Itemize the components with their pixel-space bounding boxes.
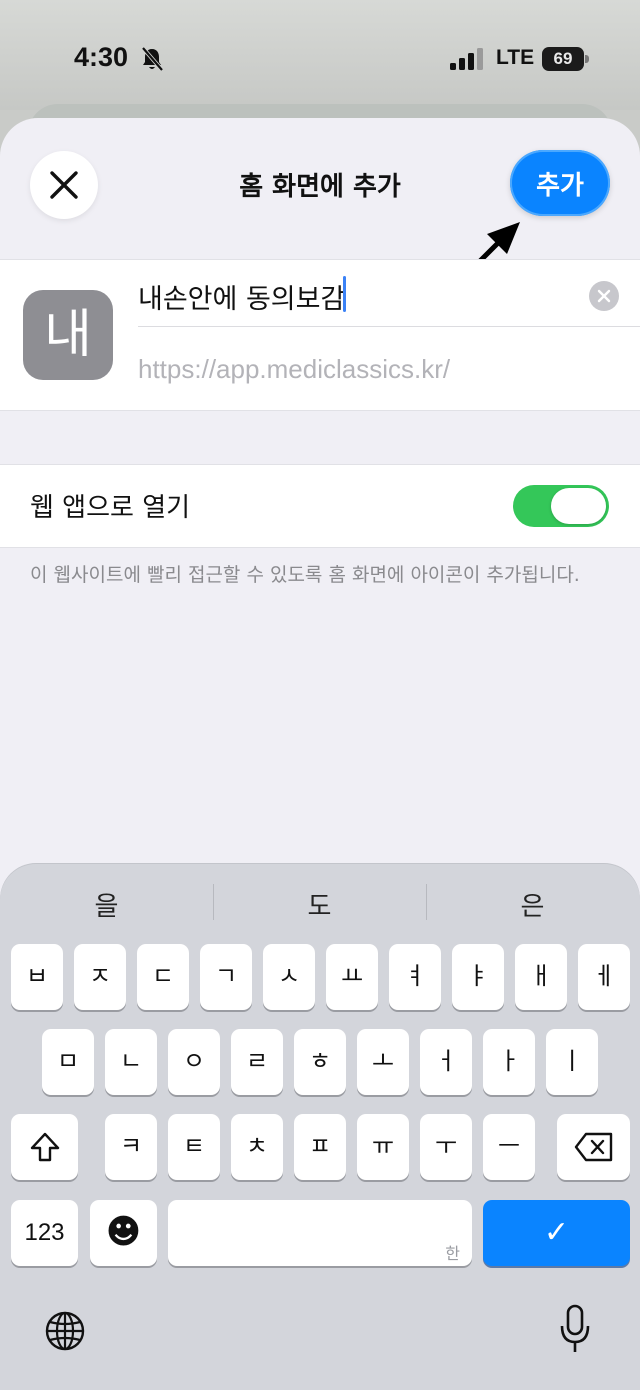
- letter-key[interactable]: ㅔ: [578, 944, 630, 1010]
- bell-muted-icon: [141, 46, 164, 72]
- shift-key[interactable]: [11, 1114, 78, 1180]
- web-app-toggle-label: 웹 앱으로 열기: [30, 493, 191, 523]
- bookmark-name-input[interactable]: [138, 268, 578, 324]
- done-key[interactable]: ✓: [483, 1200, 630, 1266]
- battery-level: 69: [542, 47, 584, 71]
- delete-key[interactable]: [557, 1114, 630, 1180]
- bookmark-info-card: 내 https://app.mediclassics.kr/: [0, 259, 640, 411]
- letter-key[interactable]: ㅇ: [168, 1029, 220, 1095]
- field-divider: [138, 326, 640, 327]
- toggle-knob: [551, 488, 606, 524]
- app-icon: 내: [23, 290, 113, 380]
- letter-key[interactable]: ㄴ: [105, 1029, 157, 1095]
- emoji-icon: ☻: [105, 1212, 142, 1252]
- battery-icon: 69: [542, 47, 589, 71]
- letter-key[interactable]: ㅡ: [483, 1114, 535, 1180]
- space-key[interactable]: 한: [168, 1200, 472, 1266]
- globe-icon[interactable]: [44, 1310, 86, 1352]
- letter-key[interactable]: ㅏ: [483, 1029, 535, 1095]
- status-bar: 4:30 LTE 69: [0, 0, 640, 110]
- battery-cap: [585, 55, 589, 63]
- add-button[interactable]: 추가: [510, 150, 610, 216]
- letter-key[interactable]: ㅣ: [546, 1029, 598, 1095]
- network-type: LTE: [496, 46, 535, 69]
- suggestion-1[interactable]: 을: [0, 886, 213, 923]
- shift-icon: [30, 1132, 59, 1162]
- letter-key[interactable]: ㅋ: [105, 1114, 157, 1180]
- letter-key[interactable]: ㅓ: [420, 1029, 472, 1095]
- signal-icon: [450, 48, 483, 70]
- microphone-icon[interactable]: [558, 1304, 592, 1356]
- letter-key[interactable]: ㅕ: [389, 944, 441, 1010]
- letter-key[interactable]: ㅍ: [294, 1114, 346, 1180]
- text-caret: [343, 276, 346, 312]
- letter-key[interactable]: ㅜ: [420, 1114, 472, 1180]
- letter-key[interactable]: ㅈ: [74, 944, 126, 1010]
- keyboard: 을 도 은 123 ☻ 한 ✓ ㅂㅈㄷㄱㅅㅛㅕㅑㅐㅔㅁㄴㅇㄹㅎㅗㅓㅏㅣㅋㅌㅊㅍㅠ…: [0, 864, 640, 1390]
- status-time: 4:30: [74, 42, 129, 72]
- space-key-hint: 한: [445, 1244, 460, 1263]
- numbers-key[interactable]: 123: [11, 1200, 78, 1266]
- letter-key[interactable]: ㄷ: [137, 944, 189, 1010]
- emoji-key[interactable]: ☻: [90, 1200, 157, 1266]
- clear-text-button[interactable]: [589, 281, 619, 311]
- letter-key[interactable]: ㅁ: [42, 1029, 94, 1095]
- letter-key[interactable]: ㅅ: [263, 944, 315, 1010]
- letter-key[interactable]: ㅠ: [357, 1114, 409, 1180]
- suggestion-2[interactable]: 도: [213, 886, 426, 923]
- letter-key[interactable]: ㅂ: [11, 944, 63, 1010]
- web-app-toggle-switch[interactable]: [513, 485, 609, 527]
- clear-icon: [597, 289, 611, 303]
- footnote-text: 이 웹사이트에 빨리 접근할 수 있도록 홈 화면에 아이콘이 추가됩니다.: [30, 564, 580, 586]
- bookmark-url: https://app.mediclassics.kr/: [138, 354, 451, 384]
- letter-key[interactable]: ㄹ: [231, 1029, 283, 1095]
- letter-key[interactable]: ㅊ: [231, 1114, 283, 1180]
- checkmark-icon: ✓: [543, 1215, 570, 1250]
- letter-key[interactable]: ㅗ: [357, 1029, 409, 1095]
- suggestion-3[interactable]: 은: [426, 886, 639, 923]
- letter-key[interactable]: ㅑ: [452, 944, 504, 1010]
- letter-key[interactable]: ㄱ: [200, 944, 252, 1010]
- web-app-toggle-row: 웹 앱으로 열기: [0, 464, 640, 548]
- letter-key[interactable]: ㅌ: [168, 1114, 220, 1180]
- letter-key[interactable]: ㅐ: [515, 944, 567, 1010]
- backspace-icon: [574, 1132, 612, 1162]
- letter-key[interactable]: ㅛ: [326, 944, 378, 1010]
- suggestion-bar: 을 도 은: [0, 864, 640, 938]
- letter-key[interactable]: ㅎ: [294, 1029, 346, 1095]
